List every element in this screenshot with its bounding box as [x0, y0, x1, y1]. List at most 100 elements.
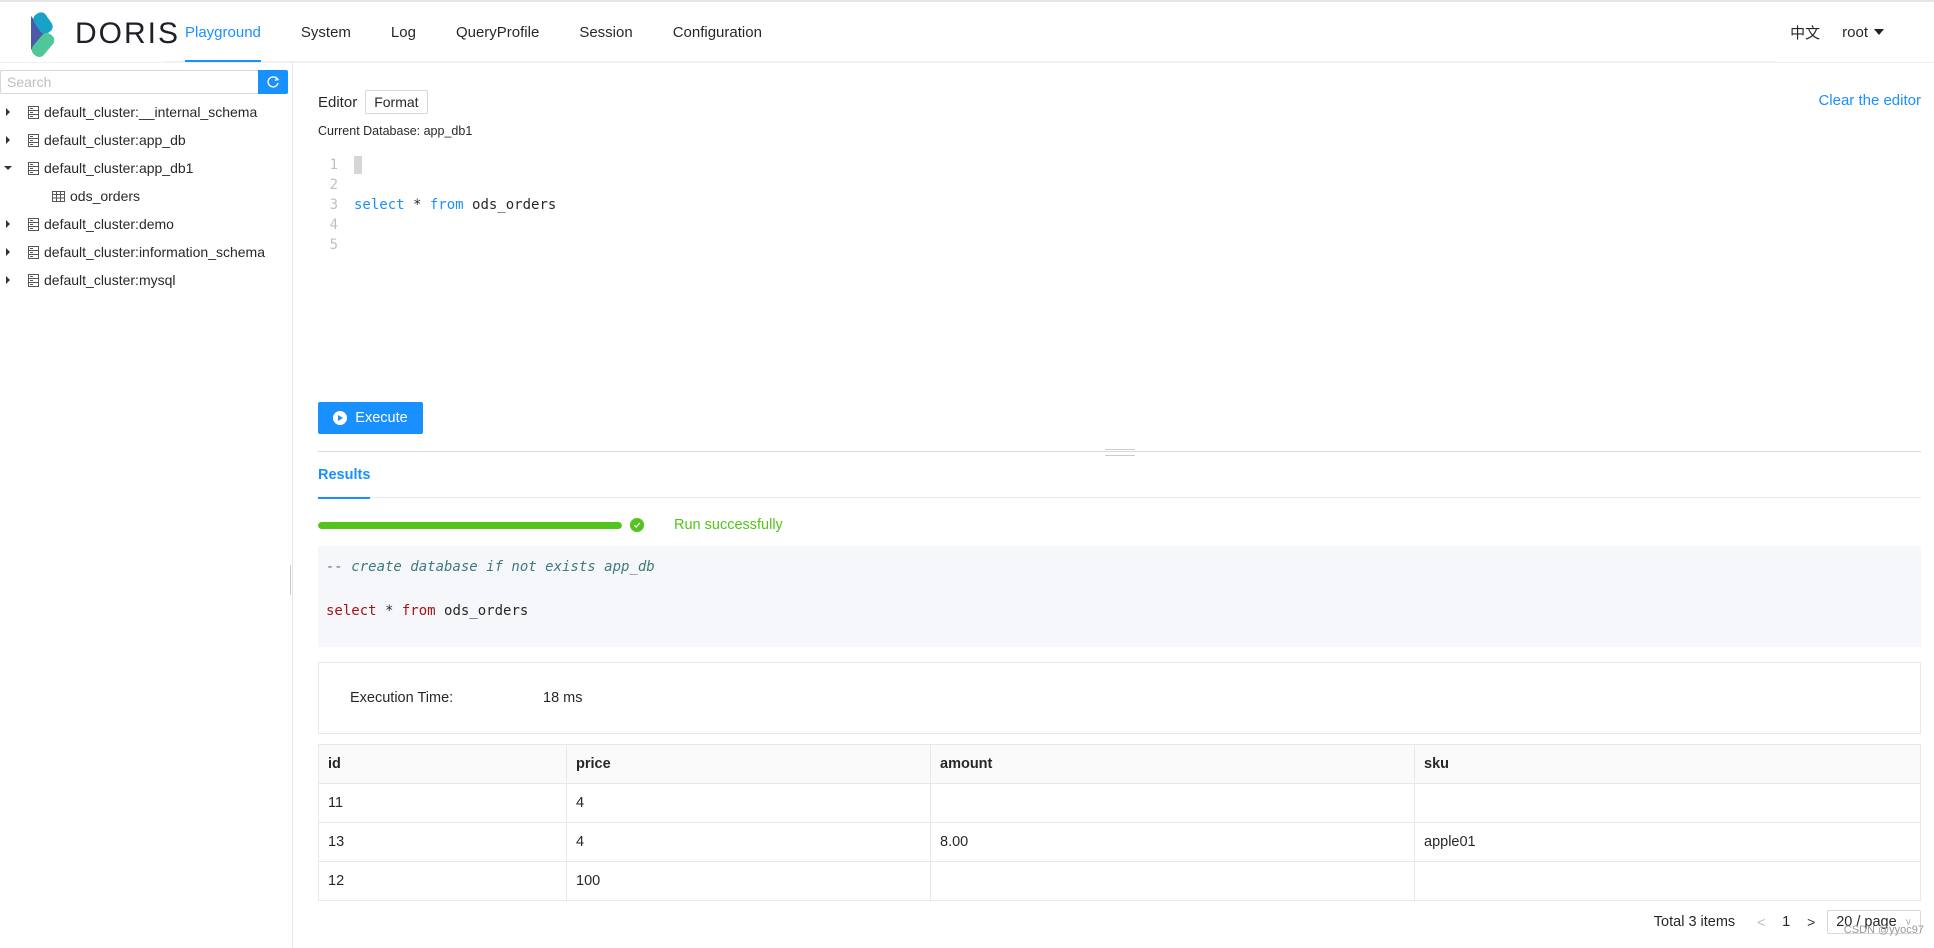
refresh-button[interactable] [258, 70, 288, 94]
tree-node-label: default_cluster:mysql [44, 272, 176, 288]
results-tabs: Results [318, 452, 1921, 499]
main-nav: Playground System Log QueryProfile Sessi… [165, 2, 1775, 62]
column-header: price [566, 744, 931, 784]
table-cell [930, 861, 1415, 901]
sql-text: ods_orders [435, 603, 529, 619]
username: root [1842, 23, 1868, 41]
executed-sql: -- create database if not exists app_db … [318, 546, 1921, 647]
nav-log[interactable]: Log [371, 2, 436, 62]
line-number: 3 [329, 197, 338, 213]
page-number[interactable]: 1 [1773, 914, 1799, 930]
header-right: 中文 root [1790, 2, 1884, 62]
table-cell [930, 783, 1415, 823]
caret-down-icon [4, 166, 12, 170]
execution-info: Execution Time: 18 ms [318, 662, 1921, 734]
tree-node-information-schema[interactable]: default_cluster:information_schema [0, 238, 290, 266]
database-icon [28, 133, 39, 147]
user-menu[interactable]: root [1842, 24, 1884, 41]
code-line: 3 select * from ods_orders [318, 195, 1918, 215]
caret-down-icon [1874, 29, 1884, 35]
nav-configuration[interactable]: Configuration [653, 2, 782, 62]
editor-title: Editor [318, 93, 358, 111]
table-cell: 8.00 [930, 822, 1415, 862]
sql-keyword: select [326, 603, 377, 619]
doris-logo[interactable]: DORIS [27, 10, 180, 58]
table-cell: 13 [318, 822, 567, 862]
watermark: CSDN @yyoc97 [1843, 924, 1924, 936]
line-number: 2 [329, 177, 338, 193]
code-line: 4 [318, 215, 1918, 235]
table-cell: 100 [566, 861, 931, 901]
sql-keyword: from [401, 603, 436, 619]
next-page-button[interactable]: > [1799, 914, 1823, 930]
tree-node-ods-orders[interactable]: ods_orders [0, 182, 290, 210]
table-cell: 4 [566, 783, 931, 823]
tree-node-internal-schema[interactable]: default_cluster:__internal_schema [0, 98, 290, 126]
column-header: sku [1414, 744, 1921, 784]
nav-session[interactable]: Session [559, 2, 652, 62]
table-header-row: id price amount sku [318, 744, 1921, 784]
table-row: 13 4 8.00 apple01 [318, 822, 1921, 862]
tree-node-mysql[interactable]: default_cluster:mysql [0, 266, 290, 294]
total-items: Total 3 items [1653, 914, 1736, 930]
sql-editor[interactable]: 1 2 3 select * from ods_orders 4 5 [318, 155, 1918, 385]
expand-toggle[interactable] [2, 136, 14, 144]
tree-node-label: default_cluster:__internal_schema [44, 104, 258, 120]
table-row: 11 4 [318, 783, 1921, 823]
check-circle-icon [630, 518, 644, 532]
table-cell: 4 [566, 822, 931, 862]
database-icon [28, 273, 39, 287]
expand-toggle[interactable] [2, 220, 14, 228]
nav-queryprofile[interactable]: QueryProfile [436, 2, 559, 62]
tree-node-demo[interactable]: default_cluster:demo [0, 210, 290, 238]
tree-node-label: default_cluster:app_db [44, 132, 186, 148]
play-circle-icon [333, 411, 348, 425]
reload-icon [267, 76, 280, 88]
search-input[interactable] [0, 70, 258, 94]
tree-node-label: default_cluster:app_db1 [44, 160, 194, 176]
sidebar-search [0, 70, 288, 94]
sql-statement: select * from ods_orders [326, 600, 1913, 622]
code-line: 2 [318, 175, 1918, 195]
execution-time-value: 18 ms [543, 690, 583, 706]
sql-text: * [404, 197, 430, 213]
line-number: 5 [329, 237, 338, 253]
caret-right-icon [6, 108, 10, 116]
progress-fill [318, 521, 622, 529]
table-cell: 12 [318, 861, 567, 901]
sidebar-resize-handle[interactable] [290, 565, 291, 595]
sql-keyword: from [429, 197, 464, 213]
table-row: 12 100 [318, 861, 1921, 901]
nav-playground[interactable]: Playground [165, 2, 281, 62]
tree-node-app-db1[interactable]: default_cluster:app_db1 [0, 154, 290, 182]
table-cell [1414, 861, 1921, 901]
sql-comment: -- create database if not exists app_db [326, 559, 655, 575]
results-table: id price amount sku 11 4 13 4 8.00 apple… [318, 744, 1921, 901]
tree-node-label: default_cluster:demo [44, 216, 174, 232]
line-content [354, 155, 362, 175]
collapse-toggle[interactable] [2, 166, 14, 170]
nav-system[interactable]: System [281, 2, 371, 62]
app-header: DORIS Playground System Log QueryProfile… [0, 2, 1934, 62]
format-button[interactable]: Format [365, 90, 428, 114]
doris-logo-icon [31, 12, 55, 58]
table-icon [52, 190, 65, 202]
prev-page-button[interactable]: < [1749, 914, 1773, 930]
language-switch[interactable]: 中文 [1790, 22, 1820, 43]
sidebar: default_cluster:__internal_schema defaul… [0, 63, 293, 948]
clear-editor-link[interactable]: Clear the editor [1818, 92, 1921, 109]
tab-results[interactable]: Results [318, 452, 371, 499]
expand-toggle[interactable] [2, 108, 14, 116]
expand-toggle[interactable] [2, 248, 14, 256]
database-icon [28, 245, 39, 259]
column-header: id [318, 744, 567, 784]
run-status: Run successfully [674, 517, 783, 533]
sql-text: * [376, 603, 402, 619]
database-icon [28, 161, 39, 175]
line-content: select * from ods_orders [354, 195, 556, 215]
execute-button[interactable]: Execute [318, 402, 423, 434]
tree-node-app-db[interactable]: default_cluster:app_db [0, 126, 290, 154]
expand-toggle[interactable] [2, 276, 14, 284]
database-icon [28, 105, 39, 119]
table-cell: apple01 [1414, 822, 1921, 862]
